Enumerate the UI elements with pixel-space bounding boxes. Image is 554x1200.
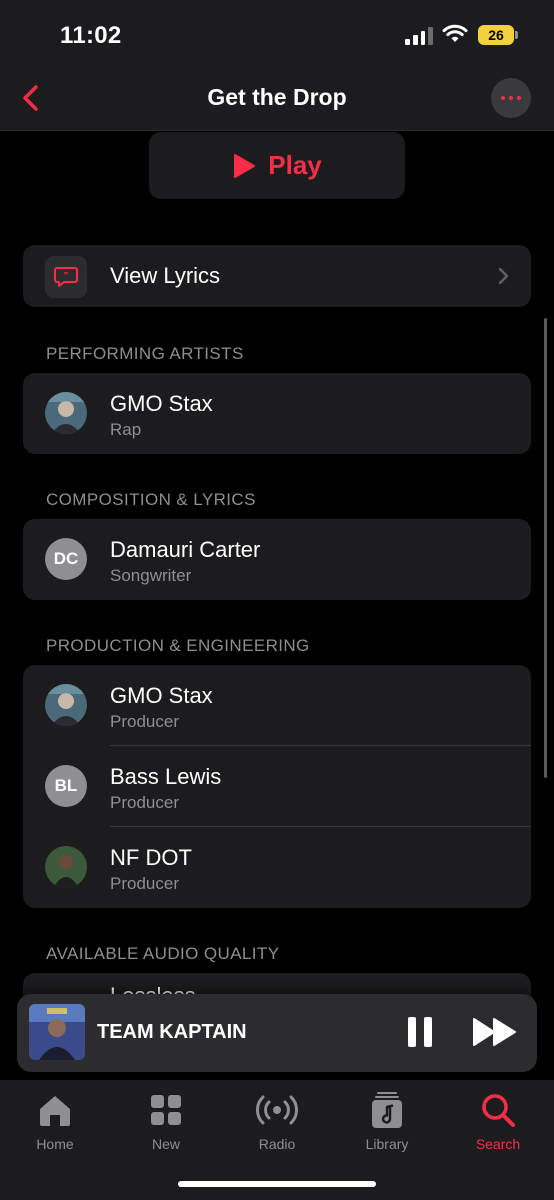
artist-name: Damauri Carter [110, 537, 261, 562]
scrollbar[interactable] [544, 318, 547, 778]
search-icon [458, 1090, 538, 1130]
play-label: Play [268, 150, 322, 180]
list-item[interactable]: GMO Stax Rap [23, 373, 531, 454]
more-button[interactable] [491, 78, 531, 118]
tab-home[interactable]: Home [15, 1090, 95, 1152]
play-button[interactable]: Play [149, 132, 405, 199]
view-lyrics-label: View Lyrics [110, 263, 221, 288]
list-item[interactable]: NF DOT Producer [23, 827, 531, 908]
avatar [45, 846, 87, 888]
wifi-icon [442, 24, 468, 42]
home-icon [15, 1090, 95, 1130]
tab-label: New [151, 1136, 180, 1152]
fast-forward-icon[interactable] [472, 1016, 518, 1048]
tab-radio[interactable]: Radio [237, 1090, 317, 1152]
artist-role: Producer [110, 793, 179, 812]
production-card: GMO Stax Producer BL Bass Lewis Producer… [23, 665, 531, 908]
grid-icon [126, 1090, 206, 1130]
artist-name: GMO Stax [110, 683, 213, 708]
avatar [45, 684, 87, 726]
mini-player[interactable]: TEAM KAPTAIN [17, 994, 537, 1072]
cellular-signal-icon [405, 27, 433, 45]
page-title: Get the Drop [207, 84, 347, 110]
section-composition-lyrics: COMPOSITION & LYRICS [46, 490, 256, 509]
now-playing-title: TEAM KAPTAIN [97, 1021, 247, 1043]
svg-text:”: ” [64, 271, 69, 282]
list-item[interactable]: GMO Stax Producer [23, 665, 531, 746]
list-item[interactable]: BL Bass Lewis Producer [23, 746, 531, 827]
artist-name: GMO Stax [110, 391, 213, 416]
home-indicator[interactable] [178, 1181, 376, 1187]
avatar: DC [45, 538, 87, 580]
lyrics-icon: ” [45, 256, 87, 298]
tab-label: Radio [258, 1136, 296, 1152]
library-icon [347, 1090, 427, 1130]
tab-library[interactable]: Library [347, 1090, 427, 1152]
navigation-bar [0, 0, 554, 131]
play-icon [234, 153, 256, 178]
section-performing-artists: PERFORMING ARTISTS [46, 344, 244, 363]
avatar: BL [45, 765, 87, 807]
battery-level: 26 [488, 27, 504, 43]
artist-name: Bass Lewis [110, 764, 222, 789]
section-audio-quality: AVAILABLE AUDIO QUALITY [46, 944, 280, 963]
album-artwork [29, 1004, 85, 1060]
tab-label: Search [475, 1136, 521, 1152]
section-production-engineering: PRODUCTION & ENGINEERING [46, 636, 310, 655]
artist-role: Producer [110, 874, 179, 893]
composition-card: DC Damauri Carter Songwriter [23, 519, 531, 600]
tab-search[interactable]: Search [458, 1090, 538, 1152]
artist-role: Producer [110, 712, 179, 731]
artist-name: NF DOT [110, 845, 192, 870]
performing-artists-card: GMO Stax Rap [23, 373, 531, 454]
tab-label: Library [365, 1136, 409, 1152]
radio-icon [237, 1090, 317, 1130]
ellipsis-icon [499, 96, 523, 100]
pause-icon[interactable] [405, 1014, 435, 1050]
tab-label: Home [36, 1136, 74, 1152]
artist-role: Rap [110, 420, 142, 439]
chevron-right-icon [498, 267, 509, 285]
battery-icon: 26 [478, 25, 518, 45]
view-lyrics-row[interactable]: ” View Lyrics [23, 245, 531, 307]
avatar [45, 392, 87, 434]
list-item[interactable]: DC Damauri Carter Songwriter [23, 519, 531, 600]
status-time: 11:02 [60, 22, 122, 49]
tab-new[interactable]: New [126, 1090, 206, 1152]
artist-role: Songwriter [110, 566, 192, 585]
